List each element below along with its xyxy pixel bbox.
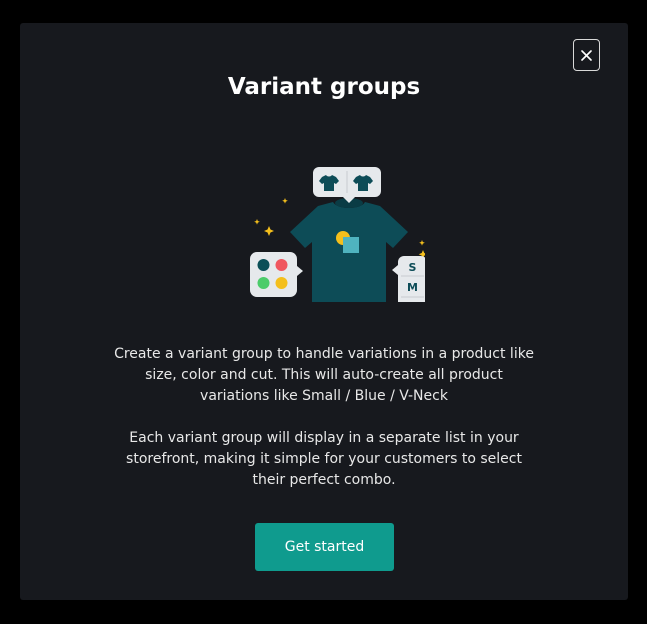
size-l-label: L — [409, 301, 416, 302]
size-s-label: S — [409, 261, 417, 274]
close-icon — [581, 49, 592, 61]
variant-groups-dialog: Variant groups S M Create a variant grou… — [20, 23, 628, 600]
size-m-label: M — [407, 281, 418, 294]
description-storefront: Each variant group will display in a sep… — [126, 430, 522, 488]
close-button[interactable] — [573, 39, 600, 71]
description-variations: Create a variant group to handle variati… — [114, 346, 534, 404]
dialog-title: Variant groups — [227, 74, 421, 100]
get-started-button[interactable]: Get started — [255, 523, 394, 571]
tshirt-variants-illustration: S M L — [250, 167, 425, 302]
